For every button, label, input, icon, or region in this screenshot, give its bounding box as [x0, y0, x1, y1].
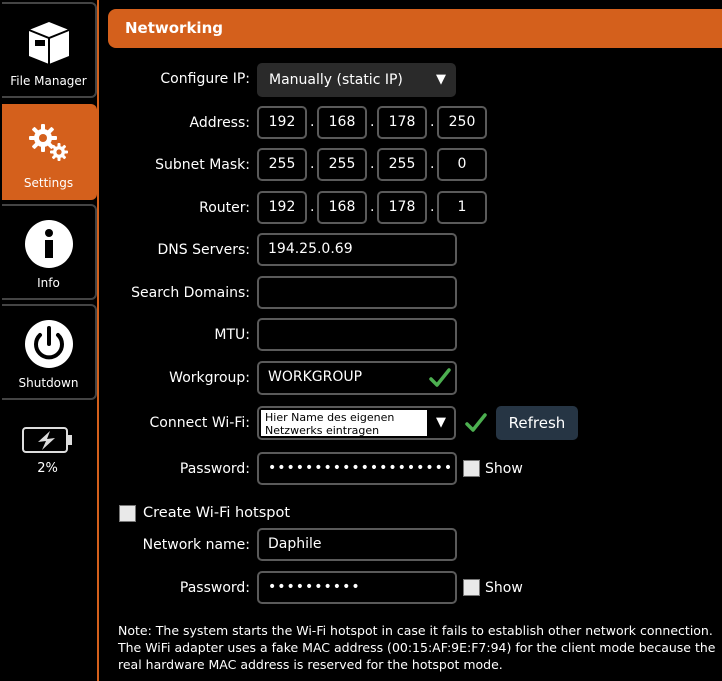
dot-separator: .	[430, 114, 435, 130]
sidebar: File Manager Settings Info Shutdown 2%	[0, 0, 99, 681]
mtu-label: MTU:	[214, 327, 250, 343]
address-octet-2[interactable]: 168	[317, 106, 367, 139]
address-octet-3[interactable]: 178	[377, 106, 427, 139]
search-domains-input[interactable]	[257, 276, 457, 309]
subnet-octet-1[interactable]: 255	[257, 148, 307, 181]
subnet-octet-4[interactable]: 0	[437, 148, 487, 181]
address-octet-4[interactable]: 250	[437, 106, 487, 139]
router-octet-1[interactable]: 192	[257, 191, 307, 224]
router-label: Router:	[199, 200, 250, 216]
sidebar-item-info[interactable]: Info	[2, 204, 97, 300]
configure-ip-select[interactable]: Manually (static IP) ▼	[257, 63, 456, 97]
page-title: Networking	[125, 19, 223, 37]
address-label: Address:	[189, 115, 250, 131]
address-octet-1[interactable]: 192	[257, 106, 307, 139]
sidebar-item-shutdown[interactable]: Shutdown	[2, 304, 97, 400]
dns-servers-label: DNS Servers:	[157, 242, 250, 258]
subnet-octet-2[interactable]: 255	[317, 148, 367, 181]
show-wifi-password-checkbox[interactable]	[463, 460, 480, 477]
check-icon	[465, 413, 487, 432]
connect-wifi-label: Connect Wi-Fi:	[149, 415, 250, 431]
workgroup-value: WORKGROUP	[268, 369, 363, 385]
sidebar-item-label: Settings	[23, 176, 74, 190]
network-name-label: Network name:	[142, 537, 250, 553]
refresh-button[interactable]: Refresh	[496, 406, 578, 440]
subnet-mask-label: Subnet Mask:	[155, 157, 250, 173]
workgroup-label: Workgroup:	[169, 370, 250, 386]
network-name-input[interactable]: Daphile	[257, 528, 457, 561]
gear-icon	[28, 124, 68, 161]
file-manager-icon	[28, 22, 69, 64]
wifi-network-select[interactable]: Hier Name des eigenen Netzwerks eintrage…	[257, 406, 456, 440]
mtu-input[interactable]	[257, 318, 457, 351]
dot-separator: .	[310, 156, 315, 172]
battery-percent: 2%	[37, 461, 58, 476]
wifi-password-input[interactable]: ••••••••••••••••••••	[257, 452, 457, 485]
hotspot-password-label: Password:	[179, 580, 250, 596]
subnet-octet-3[interactable]: 255	[377, 148, 427, 181]
create-hotspot-label: Create Wi-Fi hotspot	[143, 505, 291, 521]
hotspot-password-input[interactable]: ••••••••••	[257, 571, 457, 604]
dot-separator: .	[370, 199, 375, 215]
sidebar-item-label: Info	[37, 276, 60, 290]
sidebar-item-label: Shutdown	[18, 376, 79, 390]
router-octet-3[interactable]: 178	[377, 191, 427, 224]
sidebar-item-settings[interactable]: Settings	[2, 104, 97, 200]
dot-separator: .	[370, 156, 375, 172]
check-icon	[429, 368, 451, 387]
create-hotspot-checkbox[interactable]	[119, 505, 136, 522]
sidebar-item-file-manager[interactable]: File Manager	[2, 2, 97, 98]
chevron-down-icon: ▼	[436, 415, 446, 430]
router-octet-2[interactable]: 168	[317, 191, 367, 224]
chevron-down-icon: ▼	[436, 72, 446, 87]
show-wifi-password-label: Show	[485, 461, 523, 477]
show-hotspot-password-label: Show	[485, 580, 523, 596]
workgroup-input[interactable]: WORKGROUP	[257, 361, 457, 395]
section-header: Networking	[108, 9, 722, 48]
dot-separator: .	[310, 114, 315, 130]
sidebar-item-label: File Manager	[10, 74, 87, 88]
battery-charging-icon	[22, 427, 72, 453]
dot-separator: .	[370, 114, 375, 130]
info-icon	[24, 220, 73, 268]
dns-servers-input[interactable]: 194.25.0.69	[257, 233, 457, 266]
configure-ip-label: Configure IP:	[160, 71, 250, 87]
show-hotspot-password-checkbox[interactable]	[463, 579, 480, 596]
configure-ip-value: Manually (static IP)	[269, 72, 403, 88]
power-icon	[24, 320, 73, 368]
wifi-password-label: Password:	[179, 461, 250, 477]
wifi-network-value: Hier Name des eigenen Netzwerks eintrage…	[261, 410, 427, 436]
hotspot-note: Note: The system starts the Wi-Fi hotspo…	[118, 623, 716, 672]
dot-separator: .	[430, 156, 435, 172]
dot-separator: .	[310, 199, 315, 215]
dot-separator: .	[430, 199, 435, 215]
search-domains-label: Search Domains:	[131, 285, 250, 301]
router-octet-4[interactable]: 1	[437, 191, 487, 224]
